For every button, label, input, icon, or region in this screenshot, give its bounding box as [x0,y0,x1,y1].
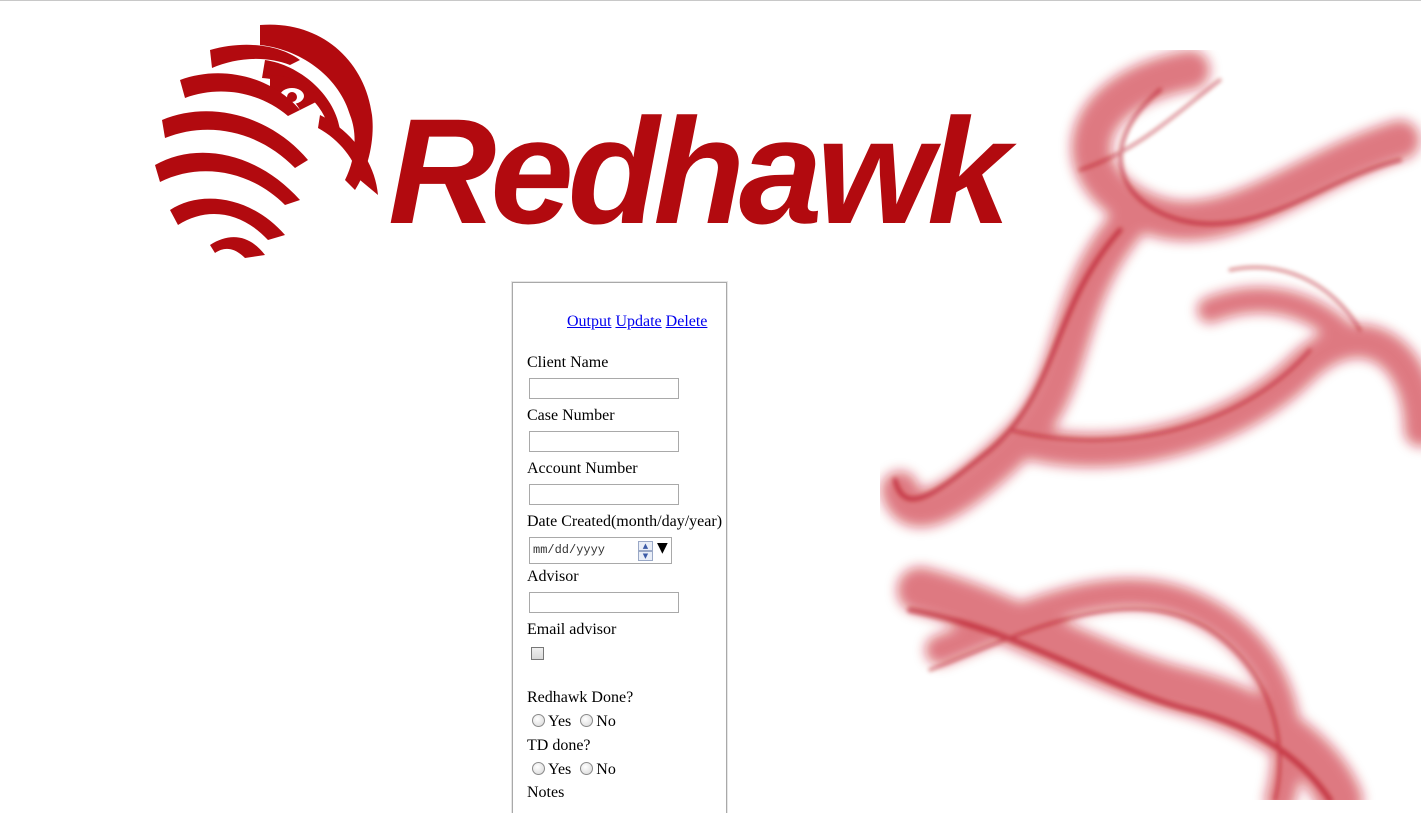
date-spinner[interactable]: ▲ ▼ [638,541,653,561]
account-number-label: Account Number [527,460,638,477]
date-created-label: Date Created(month/day/year) [527,513,723,530]
update-link[interactable]: Update [615,313,661,330]
email-advisor-label: Email advisor [527,621,617,638]
td-done-no-label: No [596,761,616,778]
td-done-label: TD done? [527,737,591,754]
advisor-input[interactable] [529,592,679,613]
hawk-head-icon [155,24,378,258]
redhawk-done-label: Redhawk Done? [527,689,634,706]
client-name-input[interactable] [529,378,679,399]
notes-label: Notes [527,784,565,801]
td-done-options: Yes No [532,761,621,779]
brand-wordmark: Redhawk [388,87,1011,255]
td-done-yes-label: Yes [548,761,572,778]
spin-down-icon[interactable]: ▼ [638,551,653,561]
redhawk-done-options: Yes No [532,713,621,731]
td-done-yes-radio[interactable] [532,762,545,775]
case-form-panel: Output Update Delete Client Name Case Nu… [512,282,727,813]
action-links: Output Update Delete [567,313,707,331]
email-advisor-checkbox[interactable] [531,647,544,660]
td-done-no-radio[interactable] [580,762,594,775]
top-border [0,0,1421,1]
advisor-label: Advisor [527,568,579,585]
case-number-input[interactable] [529,431,679,452]
case-number-label: Case Number [527,407,615,424]
spin-up-icon[interactable]: ▲ [638,541,653,551]
redhawk-done-yes-radio[interactable] [532,714,545,727]
client-name-label: Client Name [527,354,609,371]
date-created-input[interactable]: mm/dd/yyyy ▲ ▼ ▼ [529,537,672,564]
delete-link[interactable]: Delete [666,313,708,330]
triangle-down-icon[interactable]: ▼ [657,540,668,556]
redhawk-done-yes-label: Yes [548,713,572,730]
output-link[interactable]: Output [567,313,611,330]
date-placeholder: mm/dd/yyyy [533,543,606,557]
account-number-input[interactable] [529,484,679,505]
redhawk-done-no-radio[interactable] [580,714,594,727]
redhawk-done-no-label: No [596,713,616,730]
